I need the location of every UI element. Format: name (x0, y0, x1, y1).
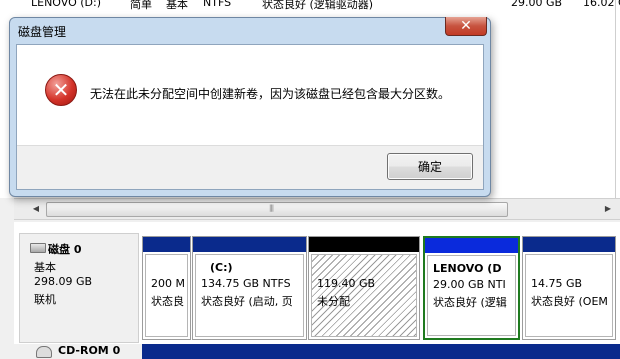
partition-system-reserved[interactable]: 200 M 状态良 (142, 236, 191, 340)
disk-status: 联机 (34, 293, 56, 306)
partition-status: 状态良好 (逻辑 (433, 296, 507, 309)
close-button[interactable]: ✕ (445, 17, 487, 36)
partition-status: 状态良好 (OEM (531, 295, 608, 308)
partition-size: 14.75 GB (531, 277, 583, 290)
volume-layout: 简单 (130, 0, 152, 11)
partition-bar (425, 238, 518, 253)
volume-type: 基本 (166, 0, 188, 11)
partition-size: 134.75 GB NTFS (201, 277, 291, 290)
error-dialog: 磁盘管理 ✕ ✕ 无法在此未分配空间中创建新卷，因为该磁盘已经包含最大分区数。 … (9, 17, 491, 197)
volume-name: LENOVO (D:) (31, 0, 102, 9)
scroll-right-icon[interactable]: ▶ (600, 201, 616, 217)
partition-body: LENOVO (D 29.00 GB NTI 状态良好 (逻辑 (427, 255, 516, 336)
partition-body: 200 M 状态良 (145, 254, 188, 337)
disk-name: 磁盘 0 (48, 243, 82, 256)
cdrom-partition-bar[interactable] (142, 344, 620, 359)
partition-bar (309, 237, 419, 252)
partition-body: (C:) 134.75 GB NTFS 状态良好 (启动, 页 (195, 254, 304, 337)
partition-label: (C:) (210, 261, 233, 274)
close-icon: ✕ (460, 18, 472, 34)
partition-status: 状态良 (151, 295, 184, 308)
partition-label: LENOVO (D (433, 262, 502, 275)
error-glyph: ✕ (52, 78, 70, 102)
partition-unallocated[interactable]: 119.40 GB 未分配 (308, 236, 420, 340)
partition-body: 14.75 GB 状态良好 (OEM (525, 254, 613, 337)
scrollbar-thumb[interactable]: ||| (46, 202, 508, 217)
ok-button[interactable]: 确定 (387, 153, 473, 180)
volume-row-lenovo-d[interactable]: LENOVO (D:) 简单 基本 NTFS 状态良好 (逻辑驱动器) 29.0… (0, 0, 620, 12)
scroll-left-icon[interactable]: ◀ (28, 201, 44, 217)
dialog-title: 磁盘管理 (18, 25, 67, 39)
dialog-footer: 确定 (17, 145, 483, 189)
partition-c[interactable]: (C:) 134.75 GB NTFS 状态良好 (启动, 页 (192, 236, 307, 340)
partition-bar (193, 237, 306, 252)
partition-size: 119.40 GB (317, 277, 376, 290)
grip-icon: ||| (269, 204, 274, 212)
partition-bar (143, 237, 190, 252)
partition-status: 未分配 (317, 295, 350, 308)
partition-lenovo-d[interactable]: LENOVO (D 29.00 GB NTI 状态良好 (逻辑 (423, 236, 520, 340)
partition-oem[interactable]: 14.75 GB 状态良好 (OEM (522, 236, 616, 340)
volume-status: 状态良好 (逻辑驱动器) (262, 0, 374, 11)
horizontal-scrollbar[interactable]: ◀ ||| ▶ (14, 198, 620, 220)
cd-drive-icon (36, 346, 52, 358)
error-icon: ✕ (45, 74, 77, 106)
volume-fs: NTFS (203, 0, 232, 9)
partition-size: 29.00 GB NTI (433, 278, 506, 291)
partition-bar (523, 237, 615, 252)
disk-name: CD-ROM 0 (58, 344, 121, 357)
partition-status: 状态良好 (启动, 页 (201, 295, 293, 308)
disk-type: 基本 (34, 261, 56, 274)
column-divider (615, 0, 616, 198)
partition-size: 200 M (151, 277, 185, 290)
disk-size: 298.09 GB (34, 275, 93, 288)
partition-body: 119.40 GB 未分配 (311, 254, 417, 337)
volume-capacity: 29.00 GB (511, 0, 563, 9)
disk-cdrom-row[interactable]: CD-ROM 0 (14, 344, 620, 359)
disk-0-info[interactable]: 磁盘 0 基本 298.09 GB 联机 (19, 233, 139, 343)
dialog-client: ✕ 无法在此未分配空间中创建新卷，因为该磁盘已经包含最大分区数。 确定 (16, 44, 484, 190)
dialog-message: 无法在此未分配空间中创建新卷，因为该磁盘已经包含最大分区数。 (90, 87, 451, 101)
hard-disk-icon (30, 243, 46, 253)
